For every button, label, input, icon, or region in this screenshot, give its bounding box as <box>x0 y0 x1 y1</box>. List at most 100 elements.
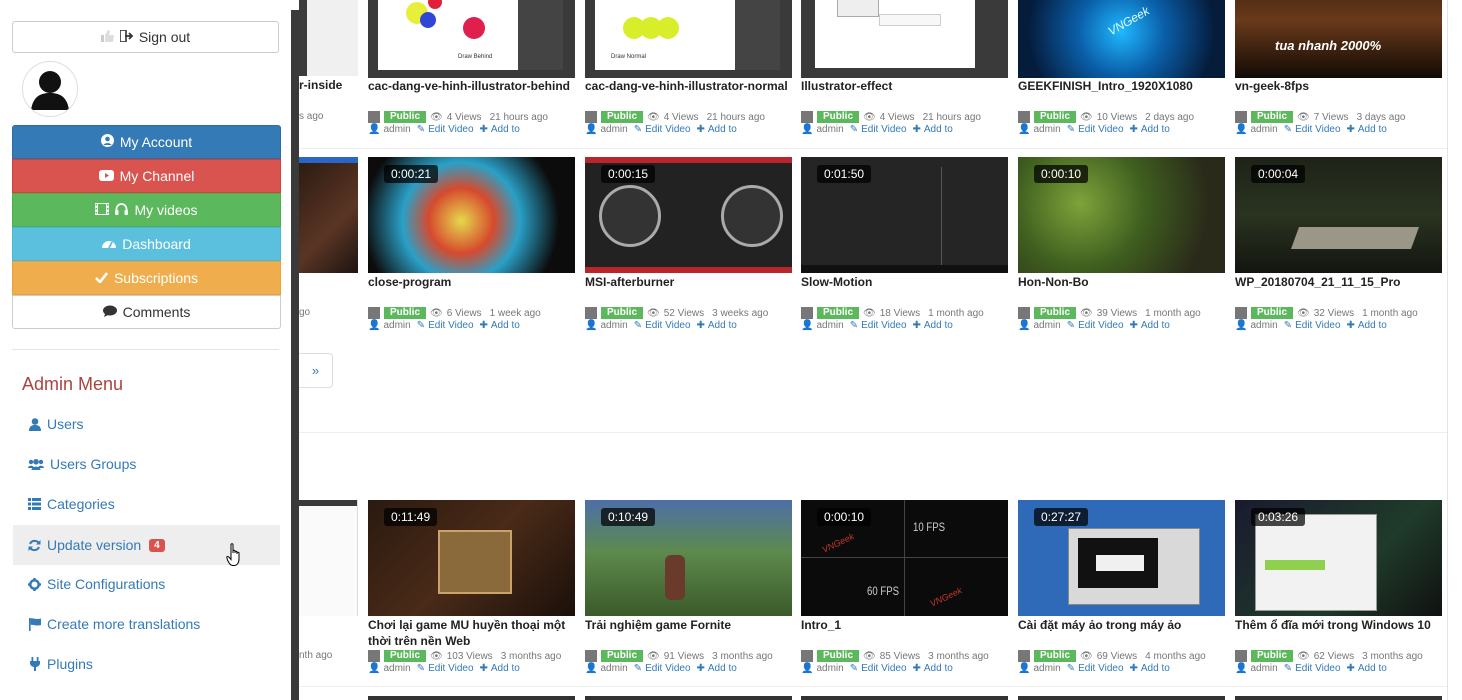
add-to-link[interactable]: Add to <box>924 124 953 135</box>
video-thumbnail[interactable]: 0:01:50 <box>801 157 1008 273</box>
my-channel-button[interactable]: My Channel <box>12 159 281 193</box>
user-icon: 👤 <box>801 663 814 674</box>
add-to-link[interactable]: Add to <box>924 320 953 331</box>
edit-video-link[interactable]: Edit Video <box>645 663 690 674</box>
edit-video-link[interactable]: Edit Video <box>861 320 906 331</box>
video-thumbnail[interactable]: 0:11:49 <box>368 500 575 616</box>
edit-icon: ✎ <box>849 320 859 331</box>
avatar[interactable] <box>22 61 78 117</box>
video-thumbnail[interactable]: 0:03:26 <box>1235 500 1442 616</box>
video-thumbnail[interactable]: 0:00:15 <box>585 157 792 273</box>
add-to-link[interactable]: Add to <box>1141 320 1170 331</box>
upload-time: 1 month ago <box>1145 307 1201 319</box>
add-to-link[interactable]: Add to <box>1358 124 1387 135</box>
video-title[interactable]: Illustrator-effect <box>801 78 1011 94</box>
video-thumbnail[interactable]: 0:10:49 <box>585 500 792 616</box>
public-badge: Public <box>1251 111 1294 123</box>
add-to-link[interactable]: Add to <box>708 124 737 135</box>
video-thumbnail[interactable]: tua nhanh 2000% <box>1235 0 1442 78</box>
video-title[interactable]: Cài đặt máy ảo trong máy ảo <box>1018 617 1228 633</box>
upload-time: 3 months ago <box>712 650 773 662</box>
video-thumbnail[interactable]: 0:00:10 <box>1018 157 1225 273</box>
add-to-link[interactable]: Add to <box>1141 663 1170 674</box>
user-icon: 👤 <box>1235 663 1248 674</box>
video-owner: admin <box>600 663 628 674</box>
video-title[interactable]: Thêm ổ đĩa mới trong Windows 10 <box>1235 617 1445 633</box>
edit-video-link[interactable]: Edit Video <box>1295 320 1340 331</box>
add-to-link[interactable]: Add to <box>491 320 520 331</box>
edit-video-link[interactable]: Edit Video <box>1078 663 1123 674</box>
subscriptions-button[interactable]: Subscriptions <box>12 261 281 295</box>
add-to-link[interactable]: Add to <box>1358 320 1387 331</box>
public-badge: Public <box>817 307 860 319</box>
edit-video-link[interactable]: Edit Video <box>861 663 906 674</box>
video-thumbnail[interactable]: VNGeek <box>1018 0 1225 78</box>
video-thumbnail[interactable]: 10 FPS 60 FPS VNGeek VNGeek 0:00:10 <box>801 500 1008 616</box>
admin-item-users[interactable]: Users <box>13 404 280 444</box>
video-title[interactable]: Slow-Motion <box>801 274 1011 290</box>
video-thumbnail-partial[interactable] <box>299 0 358 76</box>
my-account-button[interactable]: My Account <box>12 125 281 159</box>
edit-video-link[interactable]: Edit Video <box>645 320 690 331</box>
edit-video-link[interactable]: Edit Video <box>645 124 690 135</box>
video-thumbnail[interactable]: 0:27:27 <box>1018 500 1225 616</box>
video-thumbnail[interactable]: 0:00:21 <box>368 157 575 273</box>
pagination-next-button[interactable]: » <box>299 353 333 388</box>
video-duration: 0:03:26 <box>1251 508 1306 526</box>
edit-video-link[interactable]: Edit Video <box>428 320 473 331</box>
video-thumbnail-peek <box>801 696 1008 700</box>
video-title[interactable]: cac-dang-ve-hinh-illustrator-behind <box>368 78 578 94</box>
section-divider <box>299 432 1448 433</box>
video-title[interactable]: close-program <box>368 274 578 290</box>
video-title[interactable]: WP_20180704_21_11_15_Pro <box>1235 274 1445 290</box>
add-to-link[interactable]: Add to <box>708 320 737 331</box>
add-to-link[interactable]: Add to <box>1358 663 1387 674</box>
edit-icon: ✎ <box>1066 663 1076 674</box>
my-channel-label: My Channel <box>119 168 195 184</box>
eye-icon: 👁 <box>1080 307 1093 319</box>
sidebar-scrollbar[interactable] <box>291 10 299 700</box>
video-thumbnail[interactable]: Draw Behind <box>368 0 575 78</box>
video-title[interactable]: Trải nghiệm game Fornite <box>585 617 795 633</box>
admin-item-plugins[interactable]: Plugins <box>13 644 280 684</box>
thumb-caption: 10 FPS <box>913 520 946 534</box>
video-title[interactable]: Intro_1 <box>801 617 1011 633</box>
edit-video-link[interactable]: Edit Video <box>428 124 473 135</box>
edit-video-link[interactable]: Edit Video <box>1078 320 1123 331</box>
edit-video-link[interactable]: Edit Video <box>1295 663 1340 674</box>
video-title[interactable]: Hon-Non-Bo <box>1018 274 1228 290</box>
plus-icon: ✚ <box>479 663 488 674</box>
edit-video-link[interactable]: Edit Video <box>428 663 473 674</box>
my-videos-button[interactable]: My videos <box>12 193 281 227</box>
video-title-partial[interactable]: r-inside <box>299 78 342 92</box>
edit-video-link[interactable]: Edit Video <box>861 124 906 135</box>
dashboard-button[interactable]: Dashboard <box>12 227 281 261</box>
public-badge: Public <box>1034 111 1077 123</box>
admin-item-create-translations[interactable]: Create more translations <box>13 604 280 644</box>
edit-video-link[interactable]: Edit Video <box>1078 124 1123 135</box>
video-thumbnail-partial[interactable] <box>299 157 358 273</box>
gear-icon <box>28 577 41 591</box>
edit-video-link[interactable]: Edit Video <box>1295 124 1340 135</box>
video-thumbnail[interactable]: 0:00:04 <box>1235 157 1442 273</box>
comments-button[interactable]: Comments <box>12 295 281 329</box>
video-title[interactable]: MSI-afterburner <box>585 274 795 290</box>
add-to-link[interactable]: Add to <box>708 663 737 674</box>
video-title[interactable]: cac-dang-ve-hinh-illustrator-normal <box>585 78 795 94</box>
video-title[interactable]: GEEKFINISH_Intro_1920X1080 <box>1018 78 1228 94</box>
add-to-link[interactable]: Add to <box>491 124 520 135</box>
privacy-icon <box>801 111 813 123</box>
add-to-link[interactable]: Add to <box>491 663 520 674</box>
add-to-link[interactable]: Add to <box>924 663 953 674</box>
admin-item-categories[interactable]: Categories <box>13 484 280 524</box>
video-thumbnail-partial[interactable] <box>299 500 358 616</box>
video-thumbnail[interactable]: Draw Normal <box>585 0 792 78</box>
add-to-link[interactable]: Add to <box>1141 124 1170 135</box>
video-thumbnail[interactable] <box>801 0 1008 78</box>
tachometer-icon <box>102 236 117 252</box>
video-title[interactable]: vn-geek-8fps <box>1235 78 1445 94</box>
video-title[interactable]: Chơi lại game MU huyền thoại một thời tr… <box>368 617 578 649</box>
admin-item-users-groups[interactable]: Users Groups <box>13 444 280 484</box>
admin-item-label: Categories <box>47 496 115 512</box>
sign-out-button[interactable]: Sign out <box>12 21 279 53</box>
